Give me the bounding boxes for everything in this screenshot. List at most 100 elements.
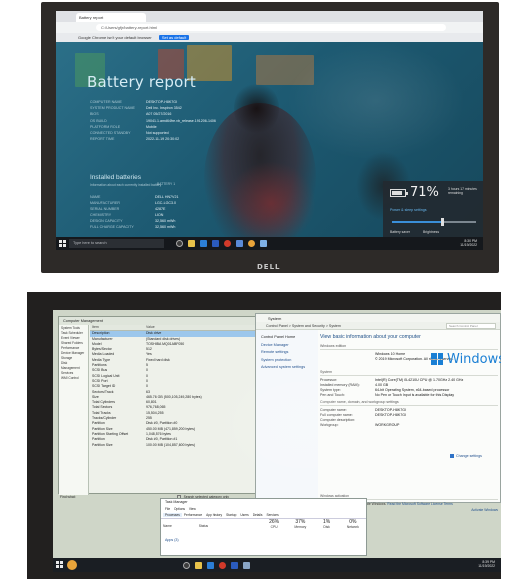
console-tree: System Tools Task Scheduler Event Viewer Sh… — [59, 325, 89, 495]
clock-date: 11/19/2022 — [460, 243, 477, 248]
edition-section: Windows edition — [320, 344, 498, 350]
installed-batteries-subtitle: Information about each currently install… — [90, 183, 162, 187]
system-info-row: REPORT TIME 2022-11-19 20:30:02 — [90, 136, 216, 142]
app-icon[interactable] — [260, 240, 267, 247]
tab-performance[interactable]: Performance — [182, 513, 204, 517]
chrome-icon[interactable] — [67, 560, 77, 570]
sidebar-link[interactable]: Control Panel Home — [261, 334, 313, 342]
battery-flyout: 71% 3 hours 17 minutes remaining Power &… — [383, 181, 483, 239]
infobar-text: Google Chrome isn't your default browser — [78, 35, 152, 40]
laptop-screen-top: Battery report C:/Users/gfjr/battery-rep… — [56, 11, 483, 250]
store-icon[interactable] — [212, 240, 219, 247]
find-label: Find what: — [60, 495, 76, 499]
power-mode-slider[interactable] — [392, 218, 476, 226]
resource-stats: 26% CPU 37% Memory 1% Disk 0% Network — [261, 520, 366, 534]
system-info-photo: Computer Management System Tools Task Sch… — [27, 292, 501, 579]
system-info-row-value: 2022-11-19 20:30:02 — [146, 137, 180, 142]
store-icon[interactable] — [231, 562, 238, 569]
system-heading: View basic information about your comput… — [320, 334, 421, 340]
breadcrumb-path[interactable]: Control Panel > System and Security > Sy… — [266, 324, 341, 328]
stat-label: Network — [346, 525, 359, 529]
edge-icon[interactable] — [200, 240, 207, 247]
column-value[interactable]: Value — [142, 325, 258, 330]
tab-processes[interactable]: Processes — [163, 513, 182, 517]
browser-tab[interactable]: Battery report — [76, 13, 146, 22]
opera-icon[interactable] — [224, 240, 231, 247]
tab-users[interactable]: Users — [238, 513, 250, 517]
tab-services[interactable]: Services — [264, 513, 280, 517]
file-explorer-icon[interactable] — [188, 240, 195, 247]
task-manager-title: Task Manager — [165, 500, 188, 504]
chrome-icon[interactable] — [248, 240, 255, 247]
power-settings-link[interactable]: Power & sleep settings — [390, 208, 427, 212]
column-item[interactable]: Item — [90, 325, 142, 330]
opera-icon[interactable] — [219, 562, 226, 569]
taskbar-bottom: 8:39 PM 11/19/2022 — [53, 558, 501, 572]
installed-batteries-heading: Installed batteries — [90, 174, 141, 181]
brightness-tile[interactable]: Brightness — [423, 230, 439, 234]
tab-details[interactable]: Details — [251, 513, 265, 517]
taskbar-clock[interactable]: 8:30 PM 11/19/2022 — [460, 239, 477, 247]
battery-report-photo: Battery report C:/Users/gfjr/battery-rep… — [41, 2, 499, 273]
windows-logo-icon — [431, 353, 443, 365]
cortana-icon[interactable] — [176, 240, 183, 247]
resource-stat[interactable]: 1% Disk — [314, 520, 340, 534]
stat-label: CPU — [270, 525, 278, 529]
page-title: Battery report — [87, 73, 196, 91]
settings-icon[interactable] — [243, 562, 250, 569]
battery-icon — [390, 189, 408, 197]
breadcrumb: Control Panel > System and Security > Sy… — [256, 322, 500, 330]
browser-tab-strip: Battery report — [56, 11, 483, 22]
battery-column-header: BATTERY 1 — [157, 182, 176, 186]
sidebar-link[interactable]: Device Manager — [261, 342, 313, 350]
tree-item[interactable]: WMI Control — [61, 376, 86, 381]
taskbar-top: Type here to search 8:30 PM 11/19/2022 — [56, 237, 483, 250]
task-manager-window: Task Manager File Options View Processes… — [160, 498, 367, 556]
tab-app-history[interactable]: App history — [204, 513, 224, 517]
edge-icon[interactable] — [207, 562, 214, 569]
battery-remaining: 3 hours 17 minutes remaining — [448, 187, 477, 195]
battery-info-table: NAME DELL HN7V21 MANUFACTURER LGC-LGC3.0 SER… — [90, 194, 178, 231]
battery-info-row-value: 32,560 mWh — [155, 225, 176, 230]
window-title: Computer Management — [59, 317, 257, 325]
taskbar-clock[interactable]: 8:39 PM 11/19/2022 — [478, 560, 495, 569]
system-info-row-key: REPORT TIME — [90, 137, 115, 142]
stat-label: Disk — [323, 525, 330, 529]
default-browser-infobar: Google Chrome isn't your default browser… — [56, 33, 483, 42]
tree-item[interactable]: Disk Management — [61, 361, 86, 371]
windows-logo-text: Windows 10 — [447, 352, 501, 367]
resource-stat[interactable]: 26% CPU — [261, 520, 287, 534]
mail-icon[interactable] — [236, 240, 243, 247]
battery-percent: 71% — [410, 185, 439, 200]
slider-fill — [392, 221, 443, 223]
battery-level-fill — [392, 191, 402, 195]
battery-saver-tile[interactable]: Battery saver — [390, 230, 410, 234]
control-panel-search[interactable]: Search Control Panel — [446, 323, 496, 329]
browser-toolbar: C:/Users/gfjr/battery-report.html — [56, 22, 483, 33]
start-icon[interactable] — [56, 561, 63, 568]
address-bar[interactable]: C:/Users/gfjr/battery-report.html — [96, 24, 446, 31]
change-settings-link[interactable]: Change settings — [450, 454, 482, 458]
task-manager-tabs: Processes Performance App history Startup Us… — [161, 512, 366, 519]
laptop-screen-bottom: Computer Management System Tools Task Sch… — [53, 310, 501, 572]
battery-info-row: FULL CHARGE CAPACITY 32,560 mWh — [90, 224, 178, 230]
resource-stat[interactable]: 0% Network — [340, 520, 366, 534]
slider-thumb[interactable] — [440, 218, 444, 226]
license-terms-link[interactable]: Read the Microsoft Software License Term… — [387, 502, 453, 506]
cortana-icon[interactable] — [183, 562, 190, 569]
system-row-value: Intel(R) Core(TM) i5-4210U CPU @ 1.70GHz… — [375, 378, 464, 382]
apps-group[interactable]: Apps (3) — [165, 538, 179, 542]
process-columns: Name Status — [163, 524, 209, 528]
system-window-title: System — [256, 314, 500, 322]
resource-stat[interactable]: 37% Memory — [287, 520, 313, 534]
system-info-table: COMPUTER NAME DESKTOP-H8K7GI SYSTEM PRODUC… — [90, 99, 216, 142]
row-item: Partition Size — [92, 442, 113, 447]
screen-glare — [286, 41, 466, 161]
taskbar-search[interactable]: Type here to search — [69, 239, 164, 248]
start-icon[interactable] — [59, 240, 66, 247]
tab-startup[interactable]: Startup — [224, 513, 238, 517]
set-default-button[interactable]: Set as default — [158, 35, 190, 40]
file-explorer-icon[interactable] — [195, 562, 202, 569]
screen-glare — [203, 350, 403, 500]
stat-label: Memory — [294, 525, 307, 529]
